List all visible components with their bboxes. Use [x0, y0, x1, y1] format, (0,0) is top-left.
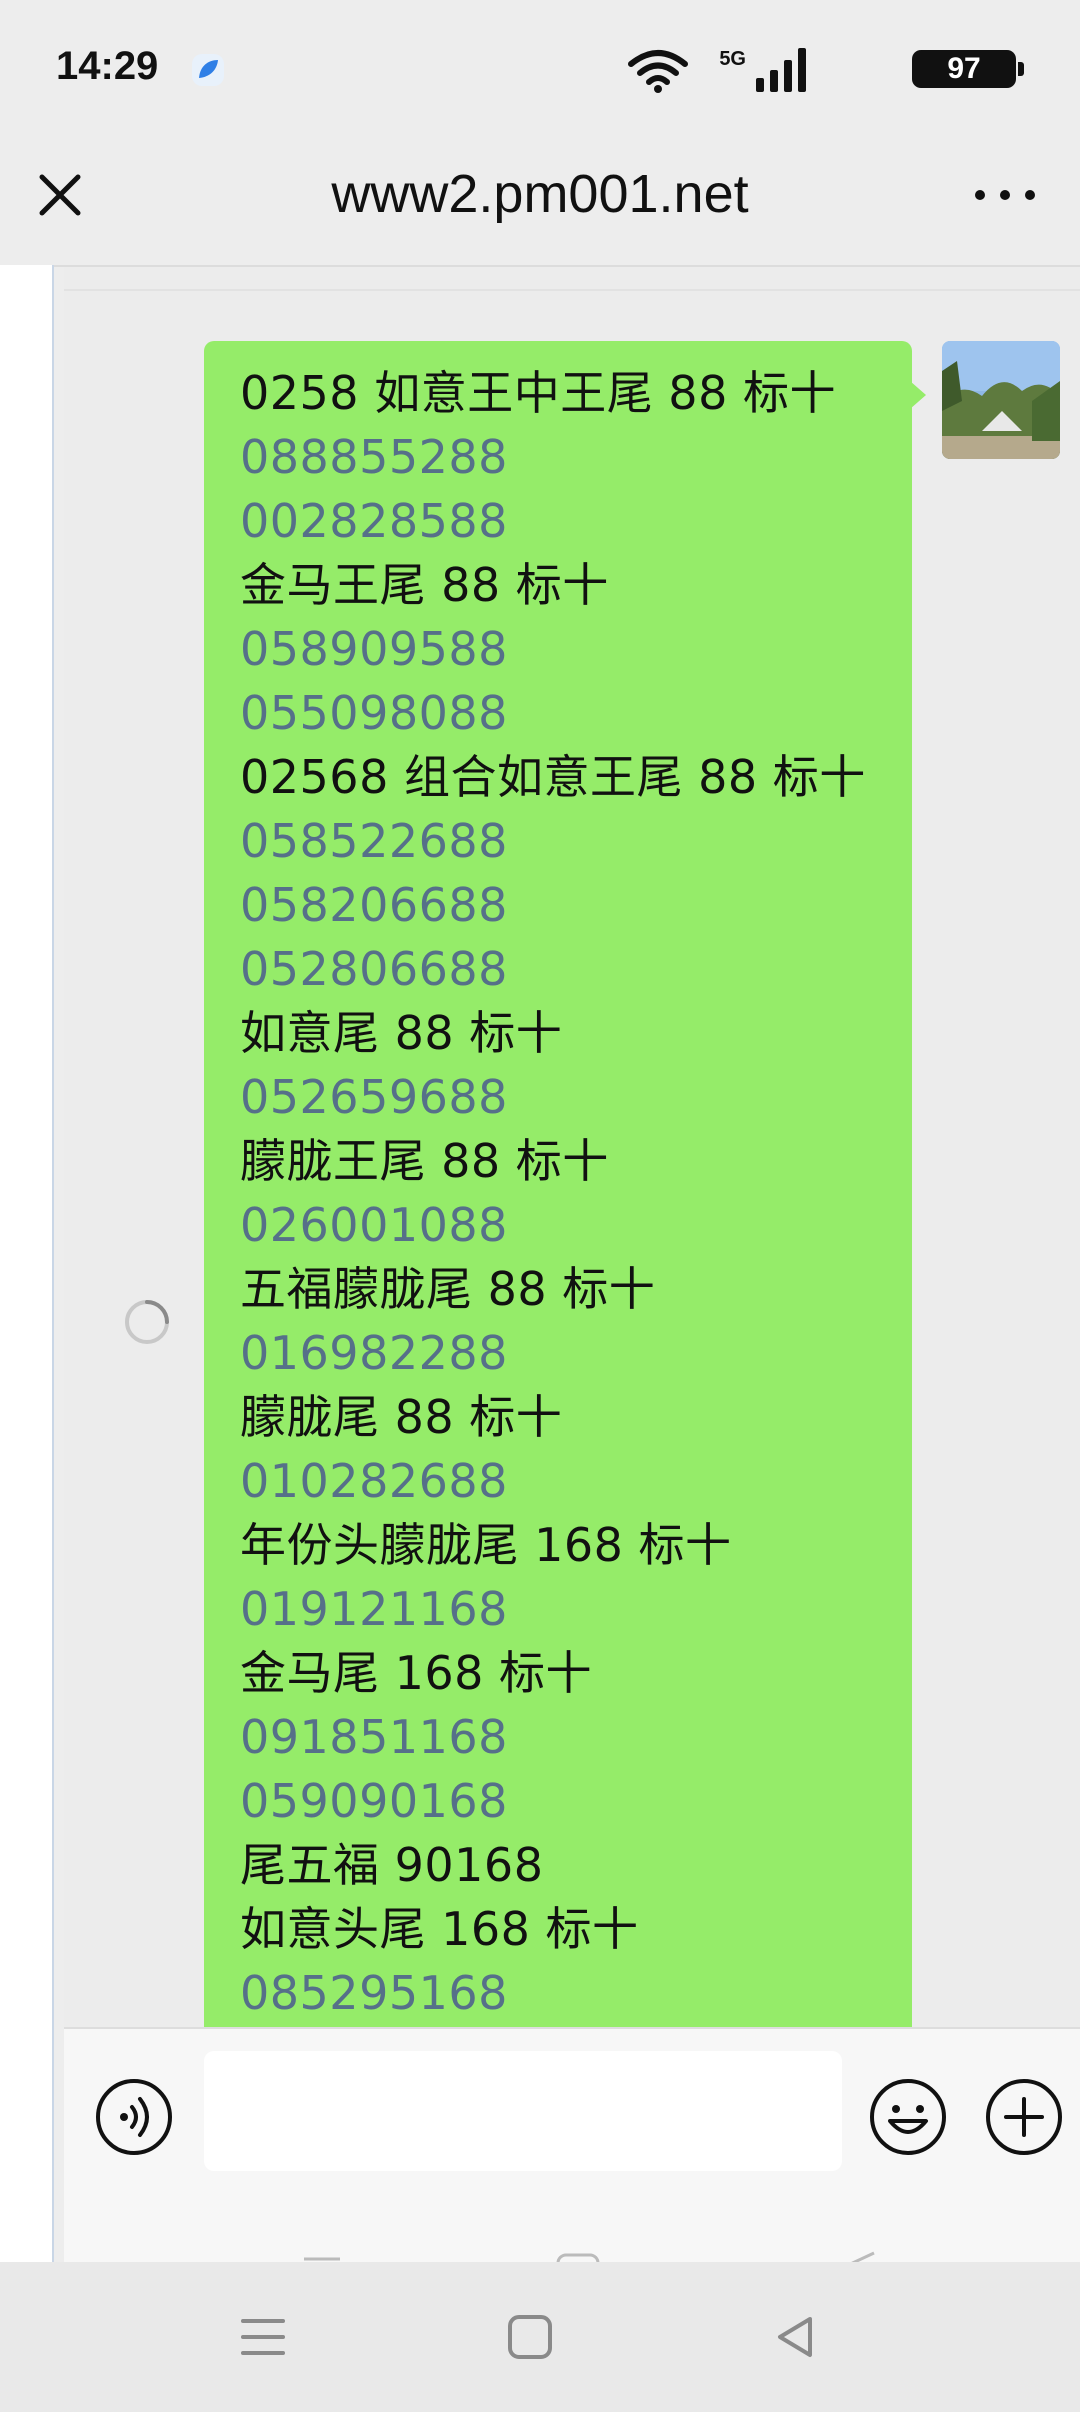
- message-number-line: 055098088: [240, 686, 508, 740]
- status-time: 14:29: [56, 44, 159, 88]
- message-text-line: 如意头尾 168 标十: [240, 1902, 639, 1956]
- wifi-icon: [628, 50, 688, 93]
- message-bubble[interactable]: 0258 如意王中王尾 88 标十 088855288 002828588 金马王尾 …: [204, 341, 912, 2027]
- bubble-tail: [910, 381, 926, 409]
- voice-input-icon[interactable]: [94, 2077, 174, 2157]
- message-number-line: 052659688: [240, 1070, 508, 1124]
- page-title: www2.pm001.net: [331, 164, 749, 224]
- plus-icon[interactable]: [984, 2077, 1064, 2157]
- message-text-line: 0258 如意王中王尾 88 标十: [240, 366, 836, 420]
- message-text-line: 五福朦胧尾 88 标十: [240, 1262, 656, 1316]
- status-indicators: 5G 97: [564, 44, 1024, 94]
- message-number-line: 085295168: [240, 1966, 508, 2020]
- emoji-icon[interactable]: [868, 2077, 948, 2157]
- system-navigation-bar: [0, 2262, 1080, 2412]
- battery-indicator: 97: [912, 50, 1024, 88]
- message-number-line: 016982288: [240, 1326, 508, 1380]
- home-icon[interactable]: [500, 2307, 560, 2367]
- user-avatar[interactable]: [942, 341, 1060, 459]
- battery-tip: [1018, 62, 1024, 76]
- message-number-line: 088855288: [240, 430, 508, 484]
- message-text-line: 朦胧王尾 88 标十: [240, 1134, 609, 1188]
- sending-spinner-icon: [125, 1300, 169, 1344]
- message-number-line: 010282688: [240, 1454, 508, 1508]
- message-number-line: 091851168: [240, 1710, 508, 1764]
- message-number-line: 059090168: [240, 1774, 508, 1828]
- background-page-edge: [0, 265, 54, 2265]
- message-number-line: 019121168: [240, 1582, 508, 1636]
- message-text-line: 尾五福 90168: [240, 1838, 544, 1892]
- message-number-line: 002828588: [240, 494, 508, 548]
- message-number-line: 026001088: [240, 1198, 508, 1252]
- message-text-line: 金马王尾 88 标十: [240, 558, 609, 612]
- message-text-line: 如意尾 88 标十: [240, 1006, 563, 1060]
- app-notification-icon: [192, 54, 224, 86]
- message-text-line: 02568 组合如意王尾 88 标十: [240, 750, 866, 804]
- cellular-signal-icon: [756, 48, 806, 92]
- network-type-label: 5G: [719, 48, 746, 70]
- chat-area[interactable]: 0258 如意王中王尾 88 标十 088855288 002828588 金马王尾 …: [64, 267, 1080, 2027]
- message-text-line: 年份头朦胧尾 168 标十: [240, 1518, 732, 1572]
- message-text-line: 朦胧尾 88 标十: [240, 1390, 563, 1444]
- message-text-line: 金马尾 168 标十: [240, 1646, 593, 1700]
- message-input[interactable]: [204, 2051, 842, 2171]
- message-number-line: 058206688: [240, 878, 508, 932]
- message-number-line: 058522688: [240, 814, 508, 868]
- input-bar: [64, 2027, 1080, 2269]
- back-icon[interactable]: [766, 2307, 826, 2367]
- divider: [64, 289, 1080, 291]
- menu-icon[interactable]: [233, 2307, 293, 2367]
- battery-level: 97: [912, 50, 1016, 88]
- message-number-line: 052806688: [240, 942, 508, 996]
- message-number-line: 058909588: [240, 622, 508, 676]
- status-bar: 14:29 5G 97: [0, 0, 1080, 135]
- page-header: www2.pm001.net: [0, 135, 1080, 267]
- more-icon[interactable]: [970, 175, 1040, 215]
